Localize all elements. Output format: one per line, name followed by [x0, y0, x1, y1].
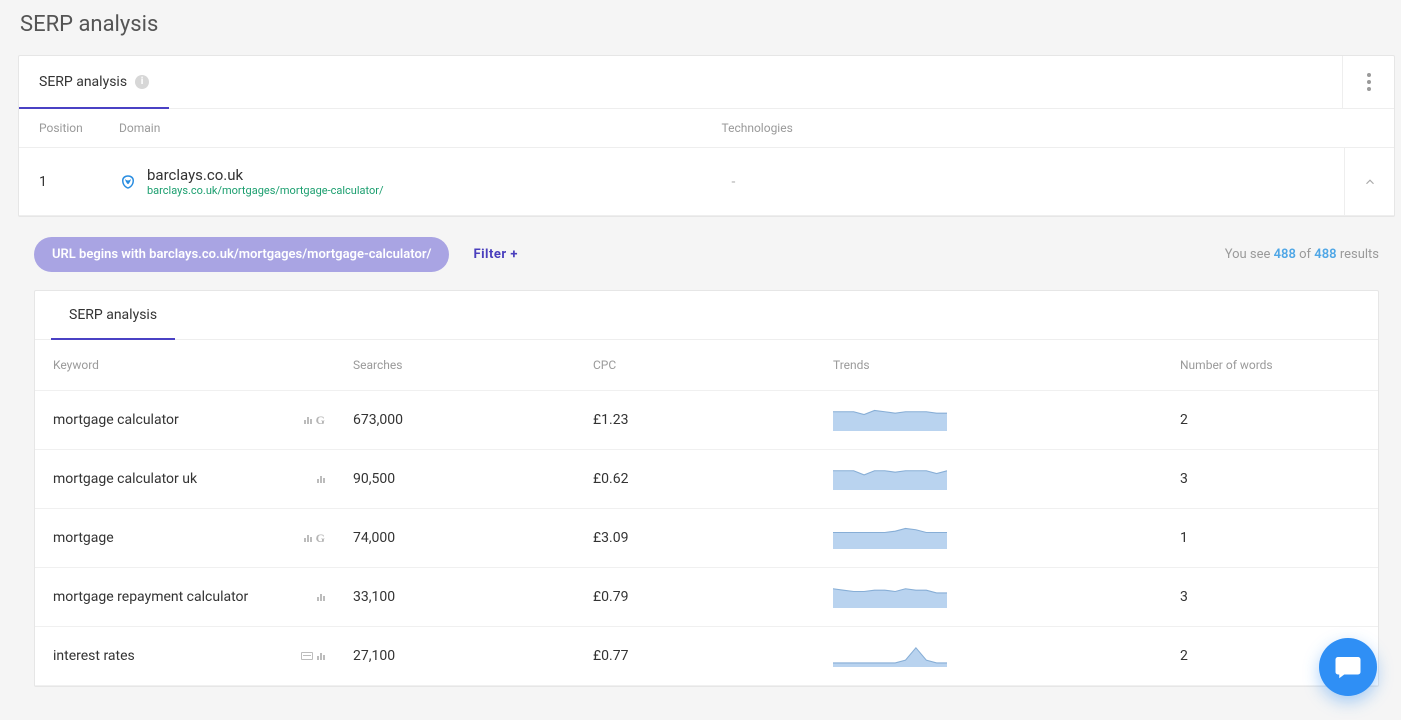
- result-row: 1 barclays.co.uk barclays.co.uk/mortgage…: [19, 148, 1394, 216]
- position-value: 1: [39, 174, 119, 190]
- filter-pill-url[interactable]: URL begins with barclays.co.uk/mortgages…: [34, 237, 449, 272]
- tab-label: SERP analysis: [39, 74, 127, 90]
- cpc-value: £0.77: [593, 648, 833, 664]
- trend-sparkline: [833, 468, 947, 490]
- results-shown: 488: [1274, 247, 1296, 262]
- info-icon[interactable]: i: [135, 75, 149, 89]
- domain-url: barclays.co.uk/mortgages/mortgage-calcul…: [147, 184, 384, 197]
- results-suffix: results: [1340, 247, 1379, 262]
- card-icon: [301, 652, 313, 660]
- keyword-icons: G: [304, 531, 325, 546]
- cpc-value: £1.23: [593, 412, 833, 428]
- table-row[interactable]: mortgage G 74,000£3.09 1: [35, 509, 1378, 568]
- keyword-icons: G: [304, 413, 325, 428]
- bars-icon: [317, 652, 325, 660]
- table-body: mortgage calculatorG673,000£1.232mortgag…: [35, 391, 1378, 686]
- domain-cell[interactable]: barclays.co.uk barclays.co.uk/mortgages/…: [119, 166, 732, 197]
- table-row[interactable]: mortgage calculator G 673,000£1.23 2: [35, 391, 1378, 450]
- searches-value: 33,100: [353, 589, 593, 605]
- trend-sparkline: [833, 645, 947, 667]
- technologies-cell: -: [732, 174, 1345, 190]
- trend-sparkline: [833, 409, 947, 431]
- table-header: Keyword Searches CPC Trends Number of wo…: [35, 340, 1378, 391]
- bars-icon: [317, 593, 325, 601]
- table-row[interactable]: interest rates27,100£0.772: [35, 627, 1378, 686]
- bars-icon: [317, 475, 325, 483]
- words-value: 3: [1180, 471, 1360, 487]
- col-words[interactable]: Number of words: [1180, 358, 1360, 372]
- col-domain: Domain: [119, 121, 722, 135]
- collapse-button[interactable]: [1344, 148, 1394, 215]
- keyword-text: mortgage calculator: [53, 412, 179, 428]
- col-trends[interactable]: Trends: [833, 358, 1180, 372]
- bars-icon: [304, 534, 312, 542]
- keyword-icons: [317, 475, 325, 483]
- keywords-card: SERP analysis Keyword Searches CPC Trend…: [34, 290, 1379, 687]
- keyword-text: interest rates: [53, 648, 135, 664]
- words-value: 1: [1180, 530, 1360, 546]
- col-technologies: Technologies: [722, 121, 1325, 135]
- searches-value: 74,000: [353, 530, 593, 546]
- main-tabs: SERP analysis i: [19, 56, 1394, 109]
- google-icon: G: [316, 413, 325, 428]
- col-cpc[interactable]: CPC: [593, 358, 833, 372]
- words-value: 3: [1180, 589, 1360, 605]
- bars-icon: [304, 416, 312, 424]
- chat-icon: [1333, 652, 1363, 682]
- keyword-icons: [317, 593, 325, 601]
- serp-card: SERP analysis i Position Domain Technolo…: [18, 55, 1395, 217]
- results-header-row: Position Domain Technologies: [19, 109, 1394, 148]
- results-total: 488: [1314, 247, 1336, 262]
- keyword-text: mortgage: [53, 530, 114, 546]
- google-icon: G: [316, 531, 325, 546]
- more-menu-button[interactable]: [1342, 56, 1394, 108]
- col-position: Position: [39, 121, 119, 135]
- tab-serp-analysis[interactable]: SERP analysis i: [19, 56, 169, 108]
- searches-value: 673,000: [353, 412, 593, 428]
- keyword-icons: [301, 652, 325, 660]
- keyword-text: mortgage calculator uk: [53, 471, 197, 487]
- searches-value: 90,500: [353, 471, 593, 487]
- cpc-value: £0.79: [593, 589, 833, 605]
- results-of: of: [1299, 247, 1314, 262]
- filter-bar: URL begins with barclays.co.uk/mortgages…: [18, 237, 1395, 290]
- add-filter-button[interactable]: Filter +: [473, 247, 518, 262]
- col-searches[interactable]: Searches: [353, 358, 593, 372]
- chevron-up-icon: [1363, 175, 1377, 189]
- tab-label: SERP analysis: [69, 307, 157, 323]
- searches-value: 27,100: [353, 648, 593, 664]
- trend-sparkline: [833, 586, 947, 608]
- page-title: SERP analysis: [20, 12, 1395, 37]
- kebab-icon: [1367, 73, 1371, 91]
- tab-inner-serp-analysis[interactable]: SERP analysis: [51, 291, 175, 339]
- words-value: 2: [1180, 412, 1360, 428]
- domain-name: barclays.co.uk: [147, 166, 384, 184]
- results-prefix: You see: [1225, 247, 1274, 262]
- chat-fab[interactable]: [1319, 638, 1377, 696]
- cpc-value: £3.09: [593, 530, 833, 546]
- cpc-value: £0.62: [593, 471, 833, 487]
- results-count: You see 488 of 488 results: [1225, 247, 1379, 262]
- table-row[interactable]: mortgage repayment calculator 33,100£0.79…: [35, 568, 1378, 627]
- barclays-favicon-icon: [119, 173, 137, 191]
- table-row[interactable]: mortgage calculator uk 90,500£0.62 3: [35, 450, 1378, 509]
- trend-sparkline: [833, 527, 947, 549]
- inner-tabs: SERP analysis: [35, 291, 1378, 340]
- col-keyword[interactable]: Keyword: [53, 358, 353, 372]
- keyword-text: mortgage repayment calculator: [53, 589, 248, 605]
